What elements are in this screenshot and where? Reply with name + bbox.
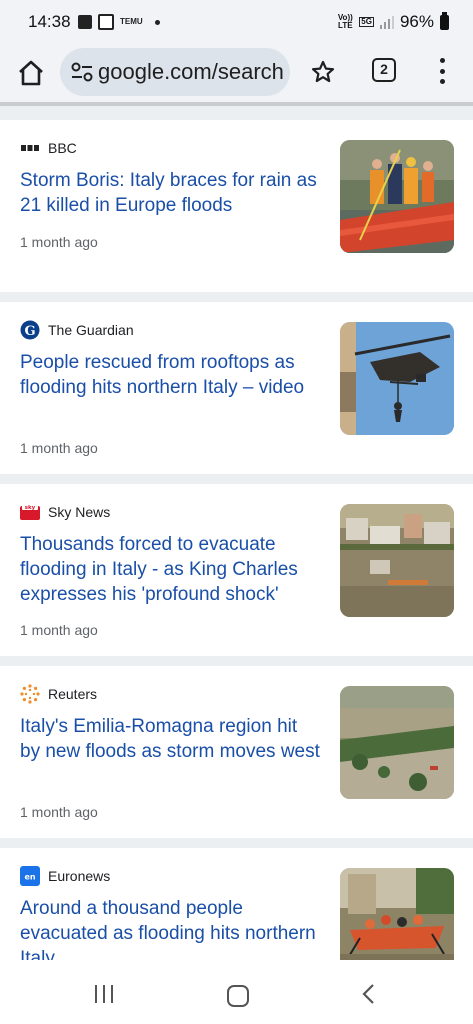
article-headline[interactable]: Around a thousand people evacuated as fl…: [20, 896, 320, 960]
news-card[interactable]: Reuters Italy's Emilia-Romagna region hi…: [0, 666, 473, 838]
menu-dot-icon: [439, 58, 445, 63]
home-nav-button[interactable]: [227, 985, 249, 1007]
site-settings-icon[interactable]: [70, 62, 94, 82]
more-notifications-dot-icon: [154, 19, 160, 25]
sky-news-favicon-icon: sky: [20, 502, 40, 522]
news-source: en Euronews: [20, 866, 110, 886]
article-thumbnail[interactable]: [340, 504, 454, 617]
url-text[interactable]: google.com/search: [98, 59, 284, 85]
article-thumbnail[interactable]: [340, 868, 454, 960]
article-headline[interactable]: Thousands forced to evacuate flooding in…: [20, 532, 320, 607]
tab-switcher-button[interactable]: 2: [372, 58, 396, 82]
recent-apps-icon: [111, 985, 113, 1003]
svg-text:G: G: [24, 324, 35, 339]
article-headline[interactable]: People rescued from rooftops as flooding…: [20, 350, 320, 400]
volte-icon: Vo)) LTE: [337, 13, 353, 30]
news-card[interactable]: en Euronews Around a thousand people eva…: [0, 848, 473, 960]
article-time: 1 month ago: [20, 622, 98, 638]
source-name: Reuters: [48, 686, 98, 702]
recent-apps-icon: [95, 985, 97, 1003]
article-thumbnail[interactable]: [340, 140, 454, 253]
star-icon: [311, 60, 335, 83]
news-source: G The Guardian: [20, 320, 134, 340]
gallery-notification-icon: [78, 15, 92, 29]
bbc-favicon-icon: [20, 138, 40, 158]
guardian-favicon-icon: G: [20, 320, 40, 340]
news-card[interactable]: G The Guardian People rescued from rooft…: [0, 302, 473, 474]
article-thumbnail[interactable]: [340, 322, 454, 435]
news-source: Reuters: [20, 684, 97, 704]
menu-dot-icon: [439, 68, 445, 74]
back-button[interactable]: [360, 983, 376, 1005]
overflow-menu-button[interactable]: [437, 56, 447, 86]
signal-strength-icon: [379, 15, 394, 29]
battery-icon: [440, 11, 449, 30]
home-icon: [19, 60, 43, 86]
news-card[interactable]: sky Sky News Thousands forced to evacuat…: [0, 484, 473, 656]
article-time: 1 month ago: [20, 234, 98, 250]
article-headline[interactable]: Storm Boris: Italy braces for rain as 21…: [20, 168, 320, 218]
article-headline[interactable]: Italy's Emilia-Romagna region hit by new…: [20, 714, 320, 764]
status-bar: 14:38 TEMU Vo)) LTE 5G 96%: [0, 0, 473, 44]
euronews-favicon-icon: en: [20, 866, 40, 886]
status-time: 14:38: [28, 12, 71, 31]
article-thumbnail[interactable]: [340, 686, 454, 799]
system-icons: Vo)) LTE 5G 96%: [337, 11, 449, 32]
source-name: The Guardian: [48, 322, 134, 338]
browser-toolbar: google.com/search 2: [0, 44, 473, 102]
source-name: Euronews: [48, 868, 111, 884]
recent-apps-button[interactable]: [95, 985, 113, 1003]
recent-apps-icon: [103, 985, 105, 1003]
news-card[interactable]: BBC Storm Boris: Italy braces for rain a…: [0, 120, 473, 292]
qr-code-icon: [98, 14, 114, 30]
notification-icons: TEMU: [78, 14, 160, 30]
home-button[interactable]: [16, 58, 46, 88]
battery-percent: 96%: [399, 12, 434, 31]
news-feed: BBC Storm Boris: Italy braces for rain a…: [0, 106, 473, 960]
svg-text:sky: sky: [25, 505, 36, 511]
bookmark-button[interactable]: [308, 57, 338, 87]
article-time: 1 month ago: [20, 440, 98, 456]
network-5g-icon: 5G: [359, 17, 374, 27]
system-navigation-bar: [0, 960, 473, 1024]
news-source: sky Sky News: [20, 502, 110, 522]
source-name: Sky News: [48, 504, 111, 520]
reuters-favicon-icon: [20, 684, 40, 704]
article-time: 1 month ago: [20, 804, 98, 820]
menu-dot-icon: [439, 79, 445, 84]
address-bar[interactable]: google.com/search: [60, 48, 290, 96]
temu-icon: TEMU: [120, 17, 143, 26]
source-name: BBC: [48, 140, 77, 156]
news-source: BBC: [20, 138, 77, 158]
svg-text:en: en: [24, 873, 35, 882]
